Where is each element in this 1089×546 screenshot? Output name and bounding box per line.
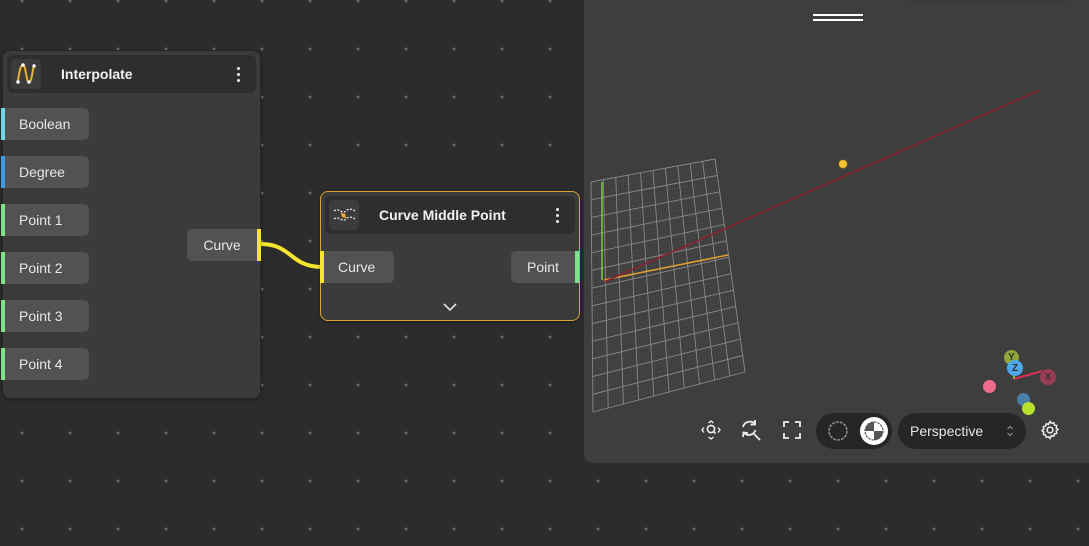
curve-middle-point-icon (329, 200, 359, 230)
shading-toggle[interactable] (816, 413, 892, 449)
node-header[interactable]: Curve Middle Point (325, 196, 575, 234)
input-socket-point-1[interactable]: Point 1 (1, 204, 89, 236)
input-socket-boolean[interactable]: Boolean (1, 108, 89, 140)
gizmo-axis-z[interactable]: Z (1007, 360, 1023, 376)
grid-line (667, 167, 688, 388)
node-menu-icon[interactable] (228, 62, 248, 86)
node-title: Curve Middle Point (379, 207, 506, 223)
settings-button[interactable] (1036, 416, 1064, 444)
socket-connector[interactable] (575, 251, 579, 283)
zoom-fit-icon (742, 420, 761, 441)
socket-connector[interactable] (320, 251, 324, 283)
grid-line (707, 160, 737, 375)
socket-label: Curve (338, 259, 376, 275)
select-arrows-icon (1007, 425, 1013, 437)
socket-label: Curve (203, 237, 241, 253)
socket-label: Point 3 (19, 308, 63, 324)
output-socket-point[interactable]: Point (511, 251, 579, 283)
grid-line (675, 166, 697, 385)
orbit-button[interactable] (697, 416, 725, 444)
node-menu-icon[interactable] (547, 203, 567, 227)
camera-mode-select[interactable]: Perspective (898, 413, 1026, 449)
wireframe-sphere-icon (828, 421, 848, 441)
socket-connector[interactable] (1, 252, 5, 284)
ground-grid (590, 158, 746, 413)
input-socket-point-4[interactable]: Point 4 (1, 348, 89, 380)
fullscreen-icon (783, 421, 801, 439)
solid-sphere-icon (864, 421, 884, 441)
grid-line (712, 159, 743, 373)
interpolate-curve-icon (11, 59, 41, 89)
grid-line (590, 158, 716, 183)
grid-line (672, 166, 694, 386)
expand-chevron-icon[interactable] (440, 300, 460, 314)
input-socket-degree[interactable]: Degree (1, 156, 89, 188)
wireframe-shading-button[interactable] (824, 417, 852, 445)
gizmo-axis-neg-x[interactable] (983, 380, 996, 393)
socket-label: Point 4 (19, 356, 63, 372)
camera-mode-value: Perspective (910, 423, 984, 439)
orbit-icon (701, 420, 721, 440)
node-header[interactable]: Interpolate (7, 55, 256, 93)
midpoint-marker[interactable] (838, 159, 848, 169)
fullscreen-button[interactable] (778, 416, 806, 444)
socket-label: Point (527, 259, 559, 275)
socket-connector[interactable] (257, 229, 261, 261)
curve-link-path[interactable] (260, 242, 323, 269)
socket-connector[interactable] (1, 156, 5, 188)
viewport-toolbar: Perspective (584, 410, 1089, 450)
socket-connector[interactable] (1, 348, 5, 380)
gizmo-axis-x[interactable]: X (1040, 369, 1056, 385)
socket-label: Point 1 (19, 212, 63, 228)
socket-connector[interactable] (1, 204, 5, 236)
node-title: Interpolate (61, 66, 133, 82)
input-socket-point-3[interactable]: Point 3 (1, 300, 89, 332)
socket-connector[interactable] (1, 108, 5, 140)
input-socket-point-2[interactable]: Point 2 (1, 252, 89, 284)
zoom-fit-button[interactable] (737, 416, 765, 444)
3d-viewport[interactable]: Y Z X Perspective (584, 0, 1089, 463)
output-socket-curve[interactable]: Curve (187, 229, 261, 261)
grid-line (714, 158, 746, 373)
socket-connector[interactable] (1, 300, 5, 332)
socket-label: Degree (19, 164, 65, 180)
solid-shading-button[interactable] (860, 417, 888, 445)
socket-label: Point 2 (19, 260, 63, 276)
grid-line (670, 167, 691, 387)
settings-icon (1041, 420, 1059, 440)
socket-label: Boolean (19, 116, 71, 132)
grid-line (709, 159, 740, 374)
input-socket-curve[interactable]: Curve (320, 251, 394, 283)
curve-middle-point-node[interactable]: Curve Middle Point Curve Point (320, 191, 580, 321)
interpolate-node[interactable]: Interpolate Boolean Degree Point 1 Point… (1, 50, 261, 399)
